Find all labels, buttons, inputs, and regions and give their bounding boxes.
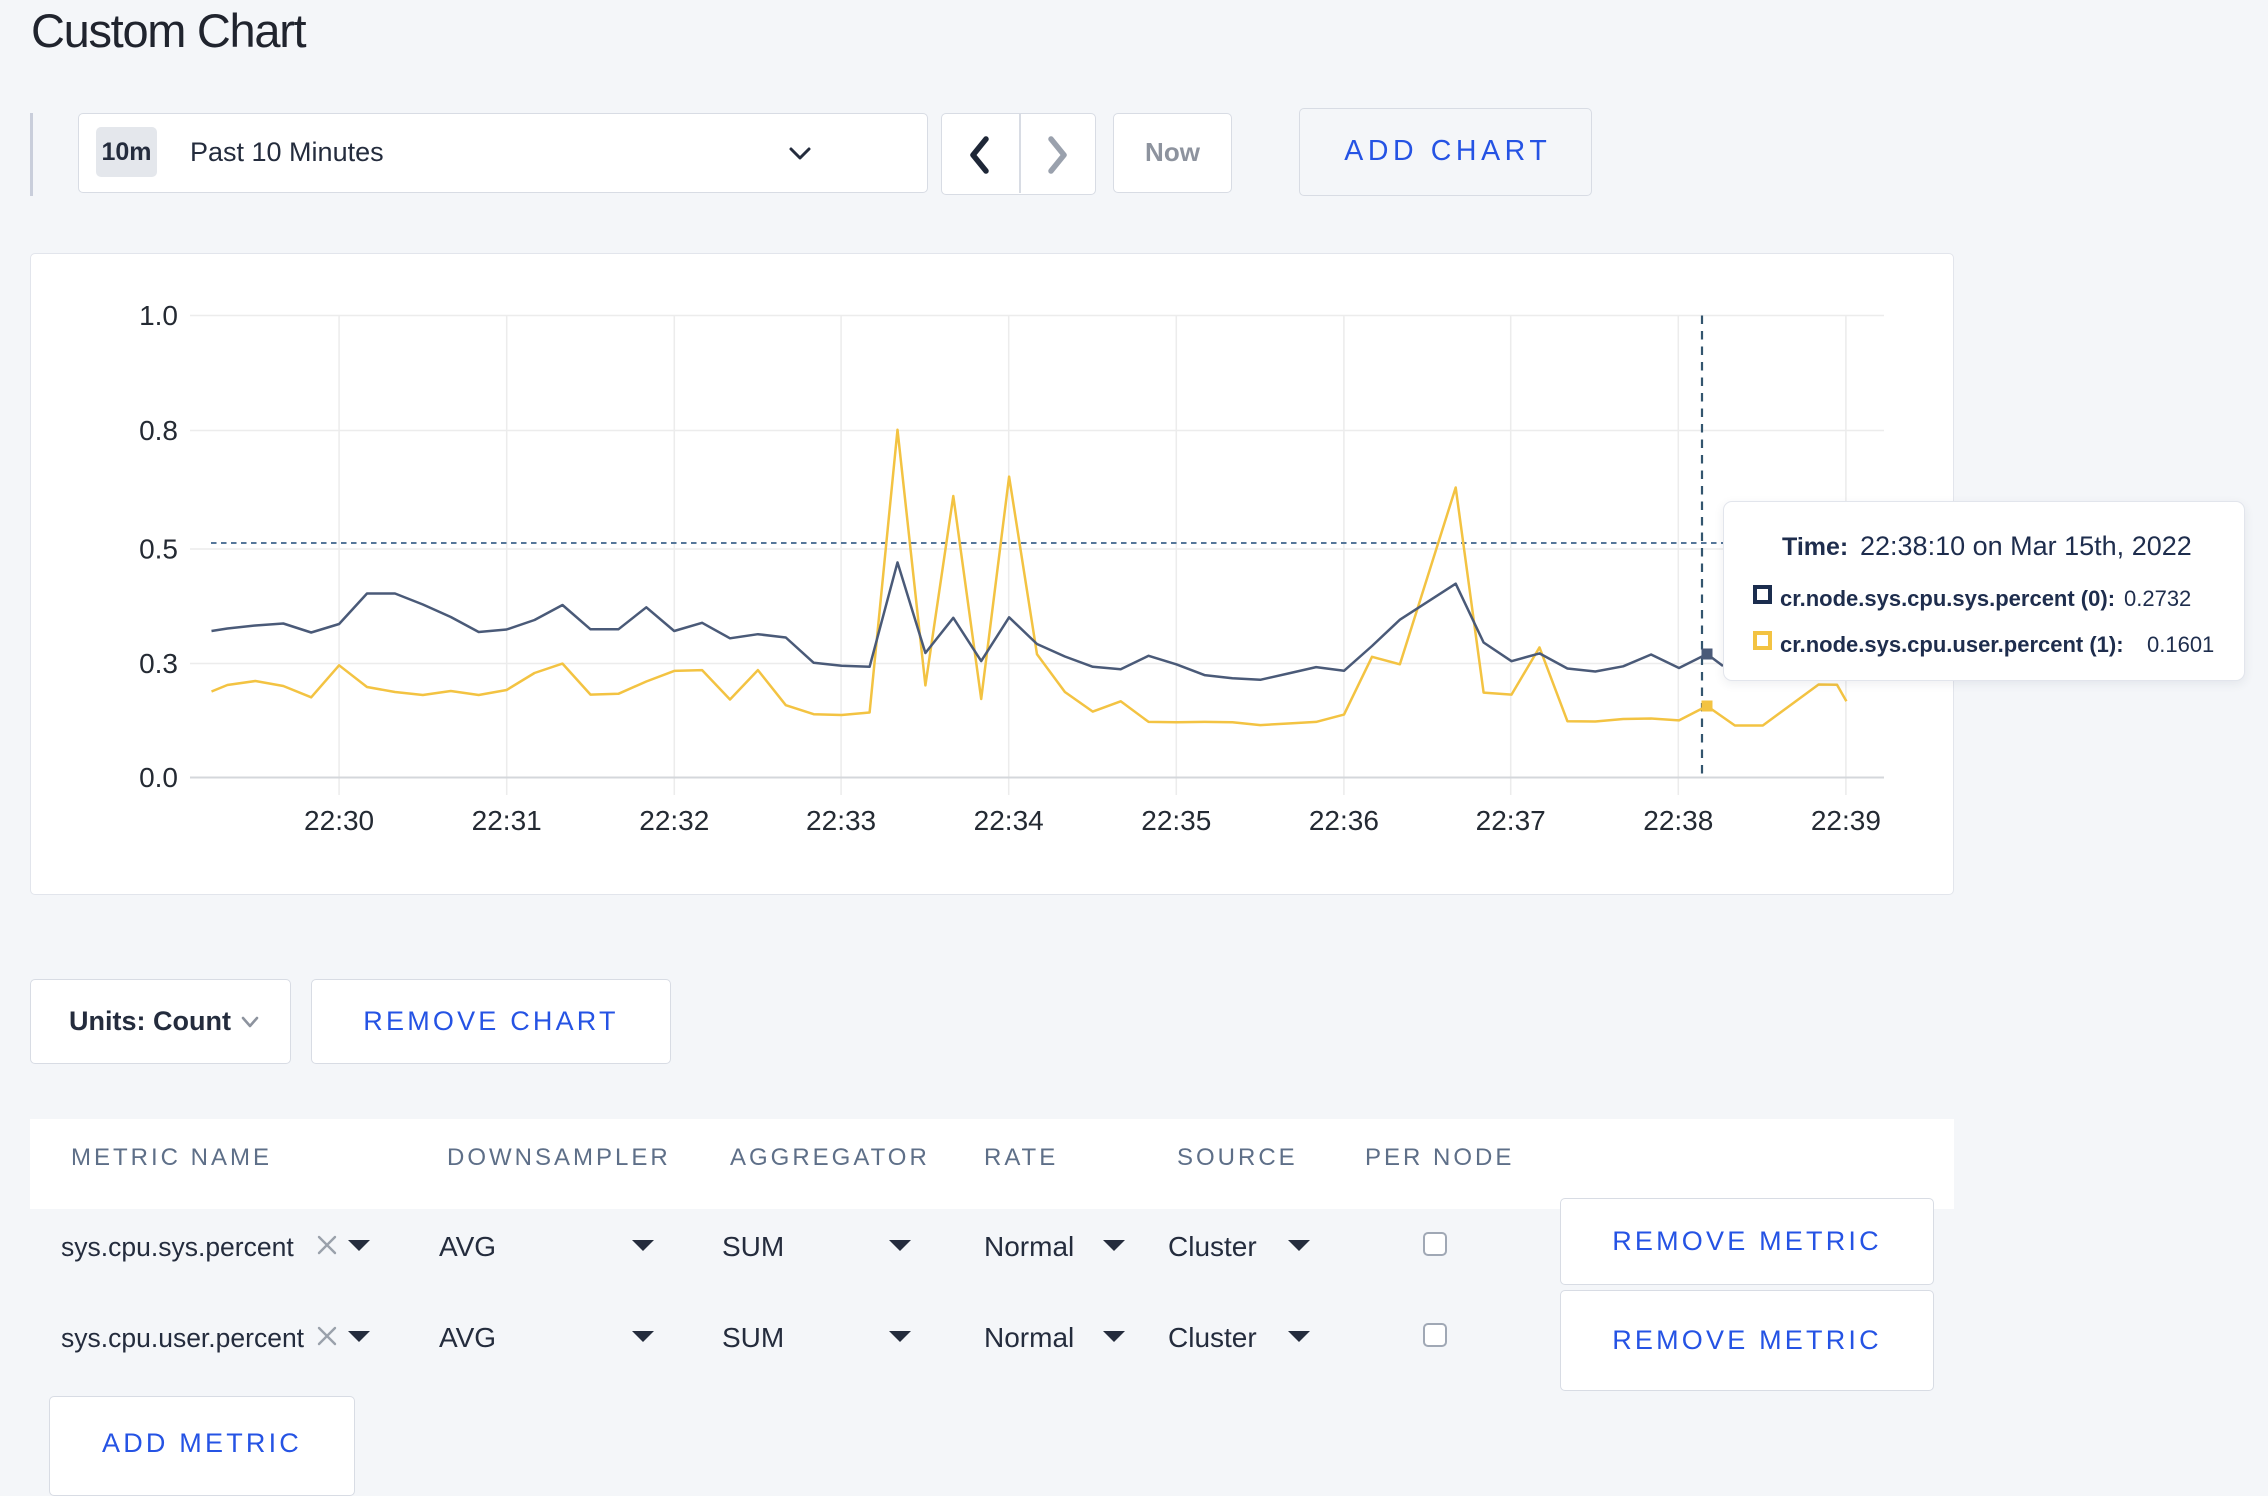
svg-text:22:39: 22:39	[1811, 805, 1881, 836]
svg-text:0.0: 0.0	[139, 762, 178, 793]
svg-text:0.8: 0.8	[139, 415, 178, 446]
svg-text:22:37: 22:37	[1476, 805, 1546, 836]
svg-text:22:38: 22:38	[1643, 805, 1713, 836]
svg-text:0.3: 0.3	[139, 648, 178, 679]
svg-text:22:36: 22:36	[1309, 805, 1379, 836]
svg-text:22:34: 22:34	[974, 805, 1044, 836]
svg-text:22:31: 22:31	[472, 805, 542, 836]
svg-text:22:32: 22:32	[639, 805, 709, 836]
svg-text:1.0: 1.0	[139, 300, 178, 331]
svg-text:22:30: 22:30	[304, 805, 374, 836]
svg-text:22:33: 22:33	[806, 805, 876, 836]
svg-text:0.5: 0.5	[139, 534, 178, 565]
svg-text:22:35: 22:35	[1141, 805, 1211, 836]
